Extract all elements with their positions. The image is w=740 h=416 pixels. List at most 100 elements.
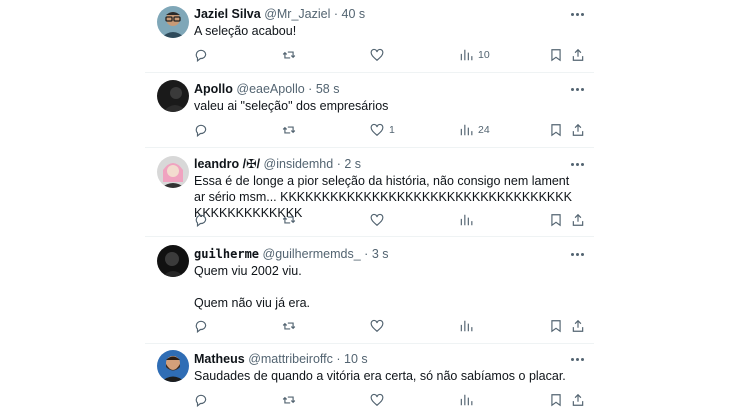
retweet-button[interactable] xyxy=(282,47,301,63)
author-handle[interactable]: @guilhermemds_ xyxy=(263,247,361,261)
avatar[interactable] xyxy=(157,80,189,112)
views-icon xyxy=(460,214,473,226)
bookmark-button[interactable] xyxy=(549,122,563,138)
tweet[interactable]: Apollo @eaeApollo · 58 s valeu ai "seleç… xyxy=(145,72,594,148)
bookmark-button[interactable] xyxy=(549,47,563,63)
timestamp[interactable]: 40 s xyxy=(342,7,366,21)
more-icon[interactable] xyxy=(568,8,586,20)
reply-icon xyxy=(195,394,207,407)
tweet-text: valeu ai "seleção" dos empresários xyxy=(194,99,389,113)
more-icon[interactable] xyxy=(568,158,586,170)
timestamp[interactable]: 10 s xyxy=(344,352,368,366)
views-button[interactable] xyxy=(459,392,478,408)
avatar[interactable] xyxy=(157,350,189,382)
author-name[interactable]: Apollo xyxy=(194,82,233,96)
retweet-button[interactable] xyxy=(282,392,301,408)
views-button[interactable]: 24 xyxy=(459,122,490,138)
retweet-button[interactable] xyxy=(282,212,301,228)
reply-icon xyxy=(195,320,207,333)
like-button[interactable] xyxy=(370,392,389,408)
views-button[interactable] xyxy=(459,212,478,228)
bookmark-icon xyxy=(551,49,561,62)
share-icon xyxy=(572,213,584,226)
like-icon xyxy=(370,213,384,227)
more-icon[interactable] xyxy=(568,248,586,260)
author-handle[interactable]: @insidemhd xyxy=(264,157,334,171)
author-handle[interactable]: @Mr_Jaziel xyxy=(264,7,330,21)
more-icon[interactable] xyxy=(568,83,586,95)
reply-icon xyxy=(195,49,207,62)
like-count: 1 xyxy=(389,124,395,136)
retweet-button[interactable] xyxy=(282,122,301,138)
like-icon xyxy=(370,123,384,137)
share-button[interactable] xyxy=(571,318,585,334)
reply-button[interactable] xyxy=(194,212,213,228)
share-icon xyxy=(572,123,584,136)
separator: · xyxy=(308,82,313,96)
timestamp[interactable]: 58 s xyxy=(316,82,340,96)
avatar[interactable] xyxy=(157,245,189,277)
retweet-icon xyxy=(282,126,296,134)
separator: · xyxy=(333,7,339,21)
views-button[interactable]: 10 xyxy=(459,47,490,63)
share-button[interactable] xyxy=(571,122,585,138)
tweet-text: Saudades de quando a vitória era certa, … xyxy=(194,369,566,383)
separator: · xyxy=(336,352,341,366)
reply-button[interactable] xyxy=(194,122,213,138)
tweet[interactable]: leandro /✠/ @insidemhd · 2 s Essa é de l… xyxy=(145,147,594,237)
view-count: 10 xyxy=(478,49,490,61)
tweet[interactable]: Matheus @mattribeiroffc · 10 s Saudades … xyxy=(145,343,594,416)
tweet-header: leandro /✠/ @insidemhd · 2 s xyxy=(194,157,361,172)
like-icon xyxy=(370,319,384,333)
share-icon xyxy=(572,393,584,406)
share-button[interactable] xyxy=(571,392,585,408)
reply-button[interactable] xyxy=(194,47,213,63)
reply-icon xyxy=(195,124,207,137)
share-icon xyxy=(572,319,584,332)
author-name[interactable]: Jaziel Silva xyxy=(194,7,261,21)
tweet-text: A seleção acabou! xyxy=(194,24,297,38)
views-icon xyxy=(460,320,473,332)
avatar[interactable] xyxy=(157,6,189,38)
share-button[interactable] xyxy=(571,47,585,63)
separator: · xyxy=(364,247,369,261)
view-count: 24 xyxy=(478,124,490,136)
tweet-header: Apollo @eaeApollo · 58 s xyxy=(194,82,339,97)
like-button[interactable] xyxy=(370,318,389,334)
views-icon xyxy=(460,124,473,136)
like-button[interactable]: 1 xyxy=(370,122,395,138)
like-button[interactable] xyxy=(370,212,389,228)
tweet[interactable]: guilherme @guilhermemds_ · 3 s Quem viu … xyxy=(145,236,594,344)
like-button[interactable] xyxy=(370,47,389,63)
tweet-actions xyxy=(194,392,586,408)
author-name[interactable]: leandro /✠/ xyxy=(194,157,260,171)
views-button[interactable] xyxy=(459,318,478,334)
retweet-icon xyxy=(282,396,296,404)
bookmark-icon xyxy=(551,214,561,227)
bookmark-icon xyxy=(551,124,561,137)
author-handle[interactable]: @mattribeiroffc xyxy=(248,352,333,366)
author-name[interactable]: Matheus xyxy=(194,352,245,366)
tweet[interactable]: Jaziel Silva @Mr_Jaziel · 40 s A seleção… xyxy=(145,0,594,73)
retweet-button[interactable] xyxy=(282,318,301,334)
share-button[interactable] xyxy=(571,212,585,228)
tweet-feed: Jaziel Silva @Mr_Jaziel · 40 s A seleção… xyxy=(145,0,594,416)
bookmark-icon xyxy=(551,394,561,407)
reply-icon xyxy=(195,214,207,227)
bookmark-button[interactable] xyxy=(549,318,563,334)
bookmark-button[interactable] xyxy=(549,212,563,228)
reply-button[interactable] xyxy=(194,318,213,334)
author-handle[interactable]: @eaeApollo xyxy=(236,82,304,96)
timestamp[interactable]: 3 s xyxy=(372,247,389,261)
retweet-icon xyxy=(282,51,296,59)
retweet-icon xyxy=(282,322,296,330)
bookmark-icon xyxy=(551,320,561,333)
bookmark-button[interactable] xyxy=(549,392,563,408)
avatar[interactable] xyxy=(157,156,189,188)
author-name[interactable]: guilherme xyxy=(194,247,259,261)
timestamp[interactable]: 2 s xyxy=(344,157,361,171)
share-icon xyxy=(572,48,584,61)
more-icon[interactable] xyxy=(568,353,586,365)
reply-button[interactable] xyxy=(194,392,213,408)
tweet-actions: 10 xyxy=(194,47,586,63)
